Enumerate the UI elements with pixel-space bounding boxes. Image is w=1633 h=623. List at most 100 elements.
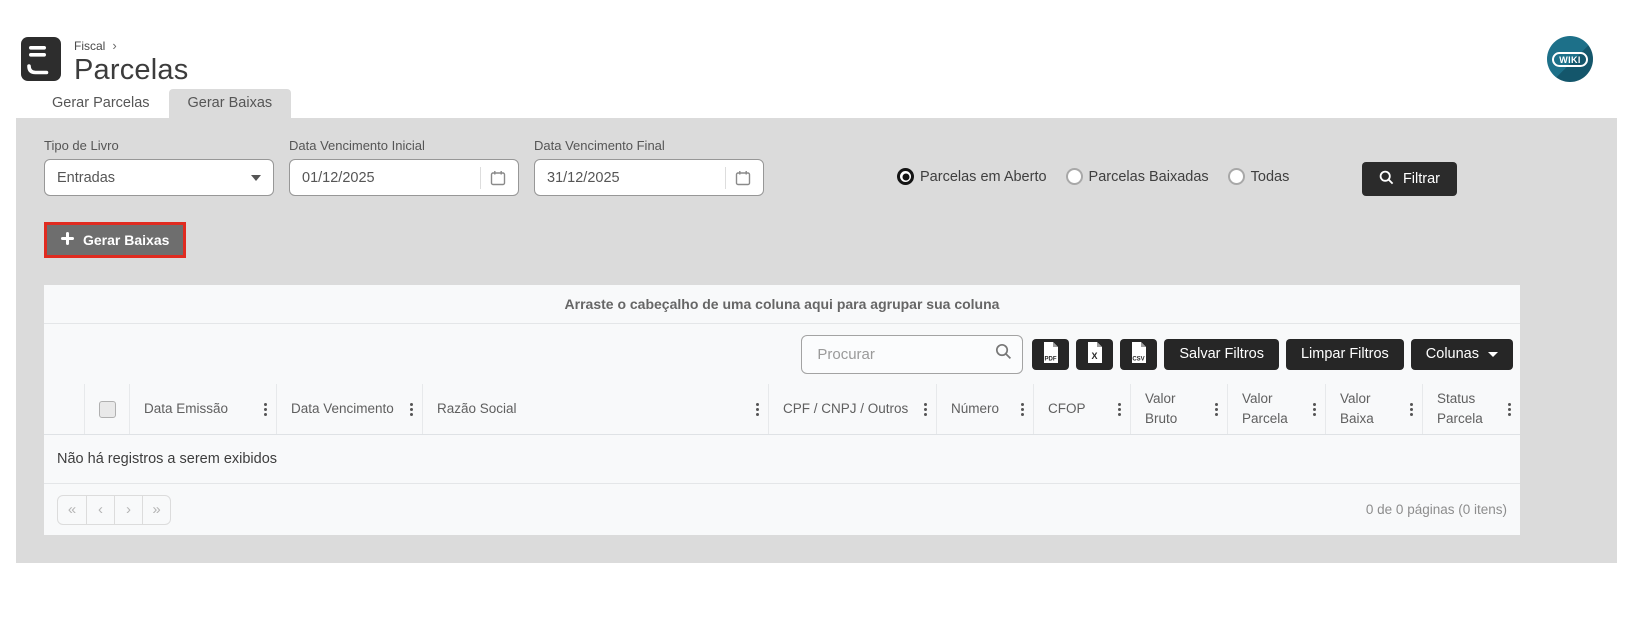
wiki-button[interactable]: WIKI xyxy=(1547,36,1593,82)
tipo-de-livro-select[interactable]: Entradas xyxy=(44,159,274,196)
salvar-filtros-label: Salvar Filtros xyxy=(1179,346,1264,362)
svg-text:PDF: PDF xyxy=(1045,357,1057,363)
wiki-label: WIKI xyxy=(1552,52,1588,67)
red-highlight-box: Gerar Baixas xyxy=(44,222,186,258)
radio-label: Parcelas Baixadas xyxy=(1089,169,1209,185)
column-menu-icon[interactable] xyxy=(1410,408,1413,411)
column-header-valor-parcela[interactable]: Valor Parcela xyxy=(1227,384,1325,434)
empty-message: Não há registros a serem exibidos xyxy=(57,451,277,467)
tab-gerar-baixas[interactable]: Gerar Baixas xyxy=(169,89,292,118)
radio-selected-icon xyxy=(897,168,914,185)
breadcrumb-separator-icon: › xyxy=(112,38,116,53)
last-page-button[interactable]: » xyxy=(142,496,170,524)
header-spacer-cell xyxy=(44,384,84,434)
column-menu-icon[interactable] xyxy=(1313,408,1316,411)
data-vencimento-final-label: Data Vencimento Final xyxy=(534,138,764,153)
filtrar-button[interactable]: Filtrar xyxy=(1362,162,1457,196)
breadcrumb-section[interactable]: Fiscal xyxy=(74,39,105,53)
tab-strip: Gerar Parcelas Gerar Baixas xyxy=(33,89,1633,118)
column-header-numero[interactable]: Número xyxy=(936,384,1033,434)
search-box xyxy=(801,335,1023,374)
column-header-data-vencimento[interactable]: Data Vencimento xyxy=(276,384,422,434)
colunas-label: Colunas xyxy=(1426,346,1479,362)
column-header-razao-social[interactable]: Razão Social xyxy=(422,384,768,434)
radio-todas[interactable]: Todas xyxy=(1228,168,1290,185)
radio-label: Todas xyxy=(1251,169,1290,185)
radio-label: Parcelas em Aberto xyxy=(920,169,1047,185)
select-all-checkbox[interactable] xyxy=(99,401,116,418)
plus-icon xyxy=(61,232,74,248)
column-group-dropzone[interactable]: Arraste o cabeçalho de uma coluna aqui p… xyxy=(44,285,1520,324)
export-excel-button[interactable]: X xyxy=(1076,339,1113,370)
column-menu-icon[interactable] xyxy=(410,408,413,411)
gerar-baixas-label: Gerar Baixas xyxy=(83,232,169,248)
previous-page-button[interactable]: ‹ xyxy=(86,496,114,524)
topbar: Fiscal › Parcelas WIKI xyxy=(0,0,1633,82)
column-header-data-emissao[interactable]: Data Emissão xyxy=(129,384,276,434)
data-vencimento-inicial-input[interactable] xyxy=(302,170,472,186)
empty-records-row: Não há registros a serem exibidos xyxy=(44,435,1520,484)
search-icon[interactable] xyxy=(995,343,1012,365)
export-csv-button[interactable]: CSV xyxy=(1120,339,1157,370)
csv-file-icon: CSV xyxy=(1129,342,1148,366)
column-menu-icon[interactable] xyxy=(1118,408,1121,411)
data-vencimento-final-field: Data Vencimento Final xyxy=(534,138,764,196)
svg-text:X: X xyxy=(1092,351,1098,361)
pager-info: 0 de 0 páginas (0 itens) xyxy=(1366,502,1507,517)
first-page-button[interactable]: « xyxy=(58,496,86,524)
column-header-valor-bruto[interactable]: Valor Bruto xyxy=(1130,384,1227,434)
limpar-filtros-label: Limpar Filtros xyxy=(1301,346,1389,362)
search-input[interactable] xyxy=(815,345,995,364)
ledger-book-icon xyxy=(20,36,62,87)
pager-buttons: « ‹ › » xyxy=(57,495,171,525)
column-header-cpf-cnpj-outros[interactable]: CPF / CNPJ / Outros xyxy=(768,384,936,434)
column-header-cfop[interactable]: CFOP xyxy=(1033,384,1130,434)
tipo-de-livro-field: Tipo de Livro Entradas xyxy=(44,138,274,196)
filter-row: Tipo de Livro Entradas Data Vencimento I… xyxy=(44,138,1589,196)
parcelas-grid: Arraste o cabeçalho de uma coluna aqui p… xyxy=(44,285,1520,535)
export-pdf-button[interactable]: PDF xyxy=(1032,339,1069,370)
select-all-cell xyxy=(84,384,129,434)
data-vencimento-inicial-label: Data Vencimento Inicial xyxy=(289,138,519,153)
gerar-baixas-button[interactable]: Gerar Baixas xyxy=(47,225,183,255)
radio-unselected-icon xyxy=(1066,168,1083,185)
chevron-down-icon xyxy=(251,175,261,181)
column-menu-icon[interactable] xyxy=(756,408,759,411)
column-menu-icon[interactable] xyxy=(1215,408,1218,411)
calendar-icon[interactable] xyxy=(480,167,506,189)
column-header-status-parcela[interactable]: Status Parcela xyxy=(1422,384,1520,434)
tipo-de-livro-value: Entradas xyxy=(57,170,115,186)
action-row: Gerar Baixas xyxy=(44,222,1589,258)
tab-gerar-parcelas[interactable]: Gerar Parcelas xyxy=(33,89,169,118)
svg-text:CSV: CSV xyxy=(1133,357,1145,363)
filtrar-label: Filtrar xyxy=(1403,171,1440,187)
page-title: Parcelas xyxy=(74,56,188,85)
search-icon xyxy=(1379,170,1394,189)
limpar-filtros-button[interactable]: Limpar Filtros xyxy=(1286,339,1404,370)
next-page-button[interactable]: › xyxy=(114,496,142,524)
chevron-down-icon xyxy=(1488,352,1498,357)
column-menu-icon[interactable] xyxy=(1508,408,1511,411)
tipo-de-livro-label: Tipo de Livro xyxy=(44,138,274,153)
radio-parcelas-em-aberto[interactable]: Parcelas em Aberto xyxy=(897,168,1047,185)
group-hint-text: Arraste o cabeçalho de uma coluna aqui p… xyxy=(565,296,1000,312)
radio-parcelas-baixadas[interactable]: Parcelas Baixadas xyxy=(1066,168,1209,185)
status-radio-group: Parcelas em Aberto Parcelas Baixadas Tod… xyxy=(897,168,1289,185)
column-menu-icon[interactable] xyxy=(924,408,927,411)
grid-toolbar: PDF X CSV xyxy=(44,324,1520,384)
data-vencimento-final-input[interactable] xyxy=(547,170,717,186)
column-menu-icon[interactable] xyxy=(1021,408,1024,411)
colunas-button[interactable]: Colunas xyxy=(1411,339,1513,370)
pdf-file-icon: PDF xyxy=(1041,342,1060,366)
column-header-valor-baixa[interactable]: Valor Baixa xyxy=(1325,384,1422,434)
salvar-filtros-button[interactable]: Salvar Filtros xyxy=(1164,339,1279,370)
breadcrumb: Fiscal › xyxy=(74,36,188,53)
data-vencimento-inicial-field: Data Vencimento Inicial xyxy=(289,138,519,196)
column-menu-icon[interactable] xyxy=(264,408,267,411)
table-header-row: Data Emissão Data Vencimento Razão Socia… xyxy=(44,384,1520,435)
gerar-baixas-panel: Tipo de Livro Entradas Data Vencimento I… xyxy=(16,118,1617,563)
radio-unselected-icon xyxy=(1228,168,1245,185)
calendar-icon[interactable] xyxy=(725,167,751,189)
excel-file-icon: X xyxy=(1085,342,1104,366)
pager-row: « ‹ › » 0 de 0 páginas (0 itens) xyxy=(44,484,1520,535)
